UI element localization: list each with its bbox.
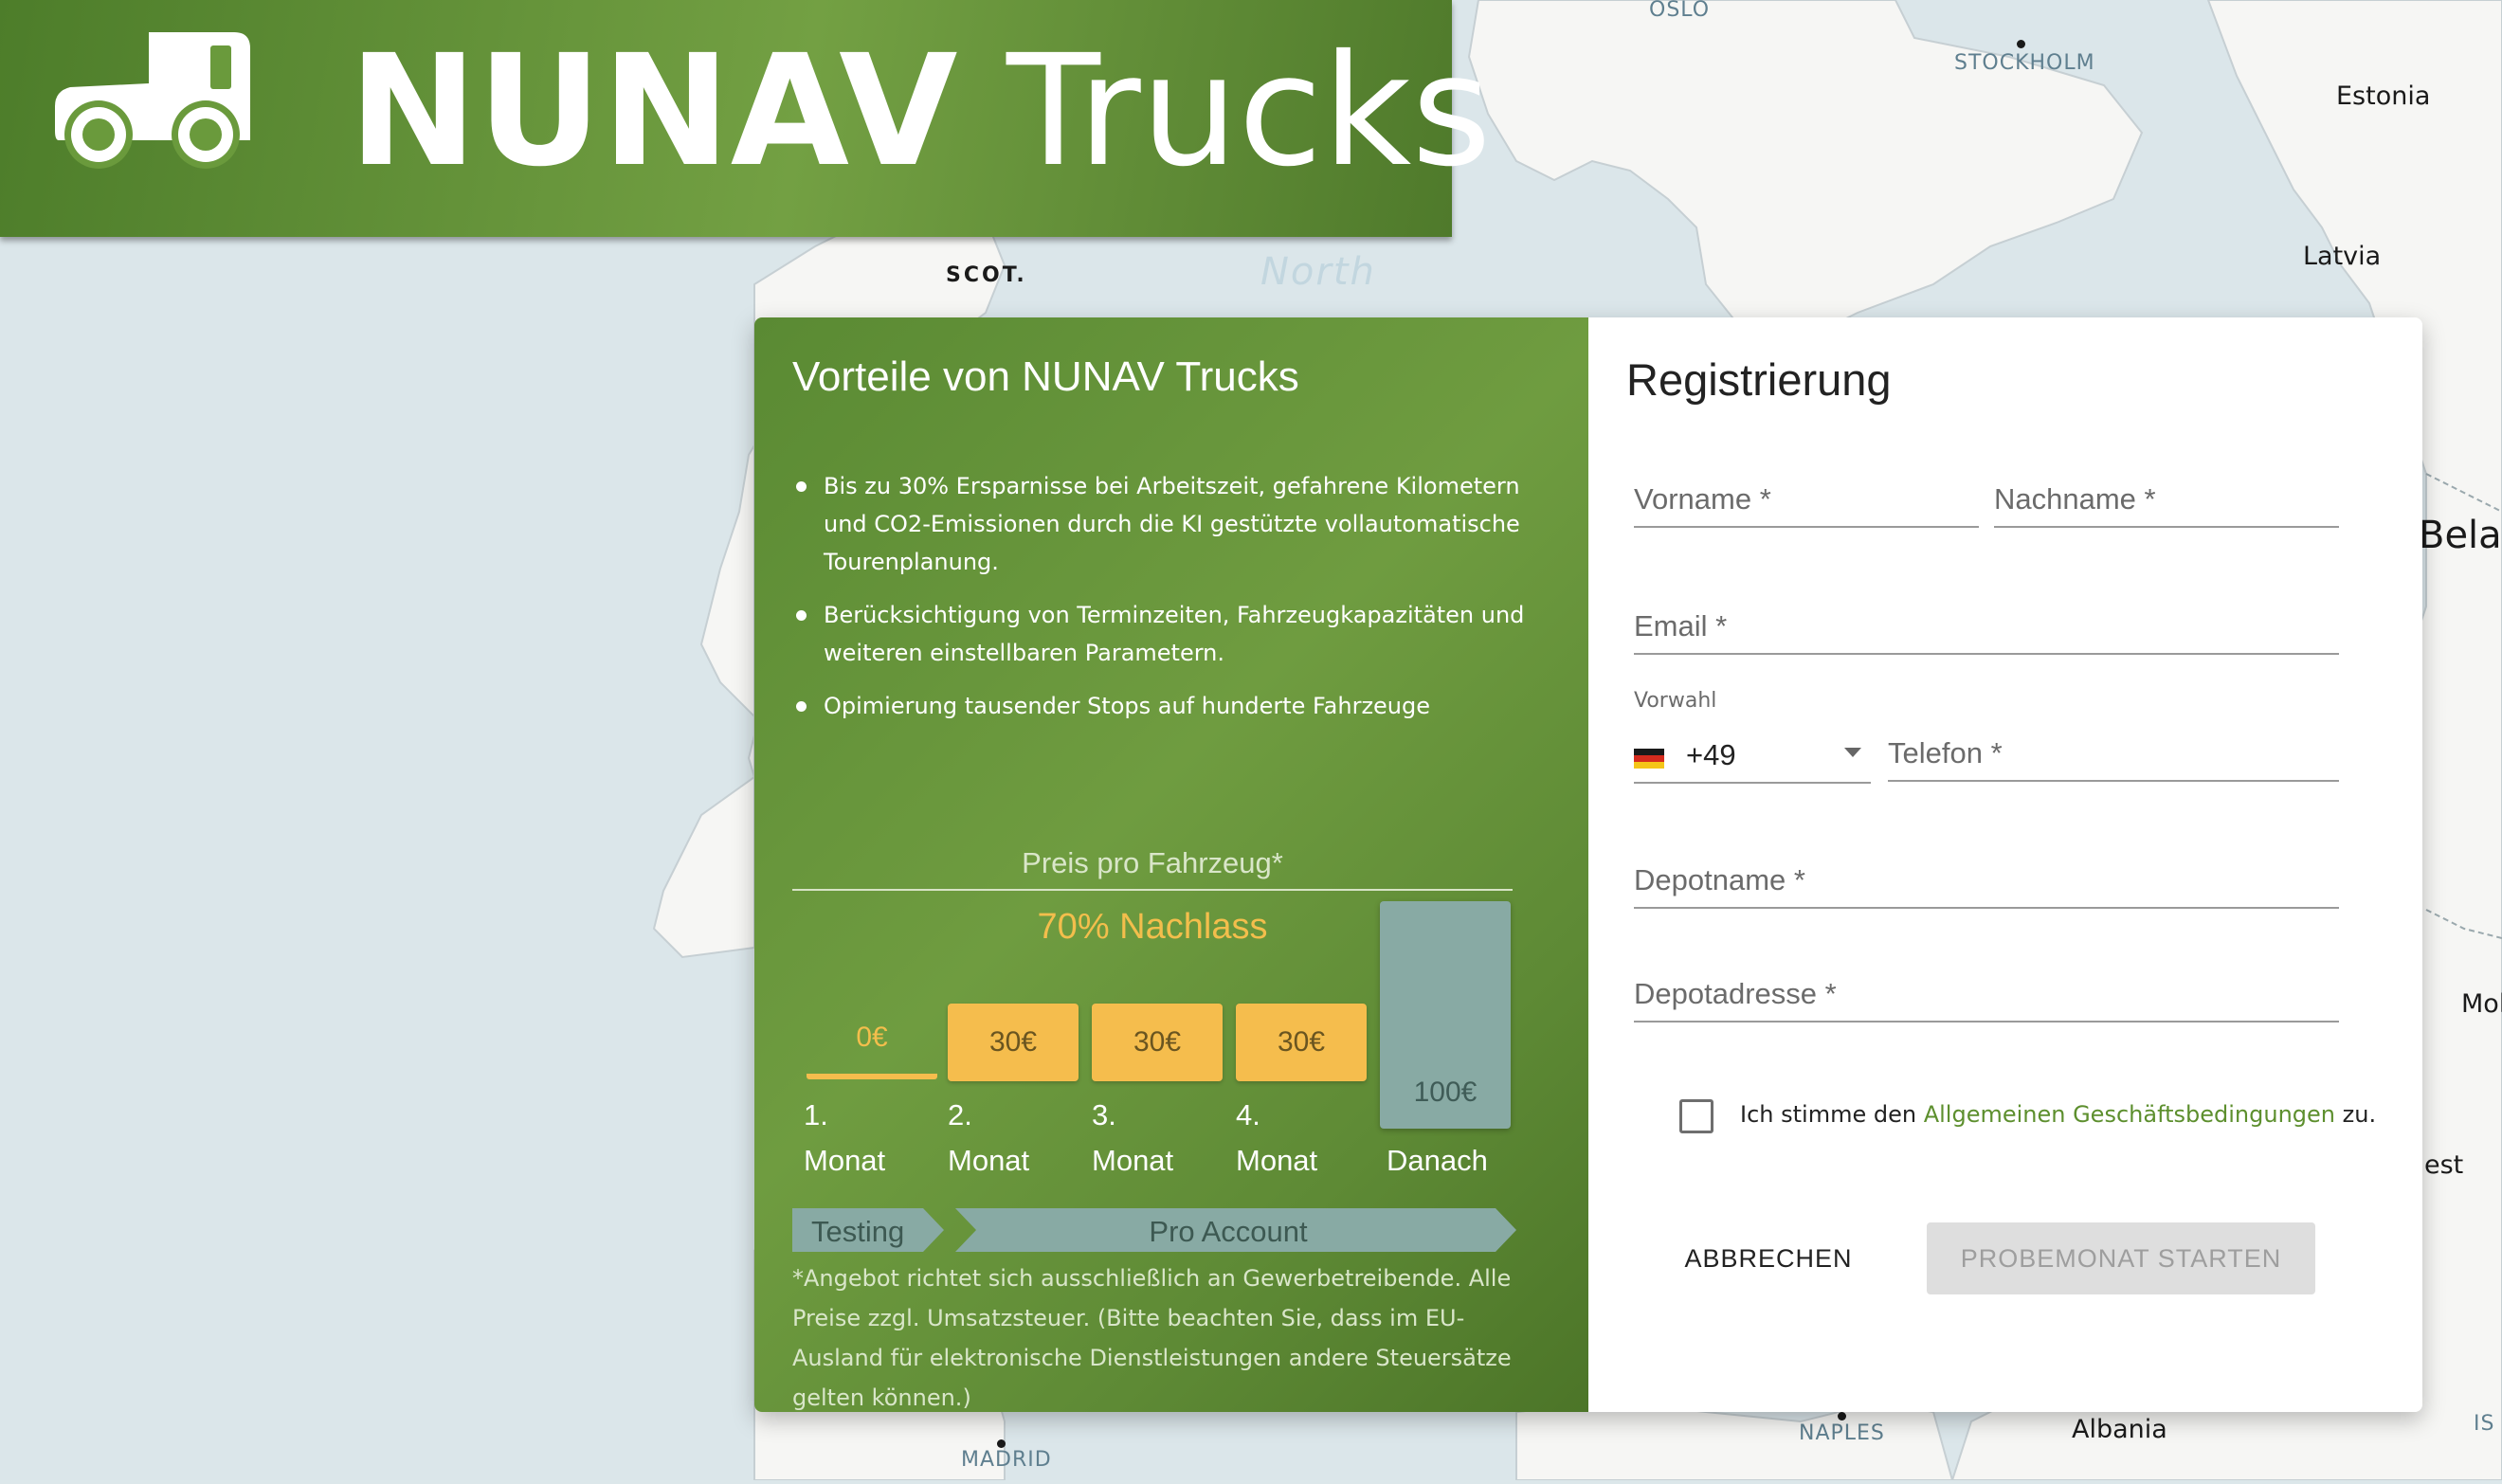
email-input[interactable] xyxy=(1634,596,2339,653)
depot-name-input[interactable] xyxy=(1634,850,2339,907)
phone-input[interactable] xyxy=(1888,723,2339,780)
month-label-3: 3. Monat xyxy=(1092,1093,1224,1184)
registration-panel: Registrierung Vorname * Nachname * Email… xyxy=(1588,317,2422,1412)
cancel-button[interactable]: ABBRECHEN xyxy=(1674,1222,1863,1294)
terms-pre-text: Ich stimme den xyxy=(1740,1101,1917,1128)
month-word: Monat xyxy=(948,1144,1030,1177)
depot-address-field[interactable]: Depotadresse * xyxy=(1634,964,2339,1023)
month-label-4: 4. Monat xyxy=(1236,1093,1369,1184)
month-label-2: 2. Monat xyxy=(948,1093,1080,1184)
plan-timeline: Testing Pro Account xyxy=(792,1208,1550,1252)
phone-prefix-select[interactable]: +49 xyxy=(1634,725,1871,784)
de-flag-icon xyxy=(1634,749,1664,769)
map-country-albania: Albania xyxy=(2072,1415,2167,1444)
terms-link[interactable]: Allgemeinen Geschäftsbedingungen xyxy=(1924,1101,2335,1128)
price-after: 100€ xyxy=(1380,901,1511,1129)
depot-name-field[interactable]: Depotname * xyxy=(1634,850,2339,909)
month-label-after: Danach xyxy=(1387,1144,1488,1177)
madrid-dot xyxy=(997,1439,1006,1448)
map-country-latvia: Latvia xyxy=(2303,242,2382,271)
app-header: NUNAV Trucks xyxy=(0,0,1492,237)
email-field[interactable]: Email * xyxy=(1634,596,2339,655)
first-name-field[interactable]: Vorname * xyxy=(1634,469,1979,528)
map-city-oslo: OSLO xyxy=(1649,0,1711,22)
benefit-item: Bis zu 30% Ersparnisse bei Arbeitszeit, … xyxy=(792,467,1550,581)
depot-address-input[interactable] xyxy=(1634,964,2339,1021)
price-month-1: 0€ xyxy=(807,1002,937,1079)
month-number: 1. xyxy=(804,1098,828,1131)
price-month-4: 30€ xyxy=(1236,1004,1367,1081)
stockholm-dot xyxy=(2017,40,2025,48)
month-word: Monat xyxy=(804,1144,886,1177)
benefits-panel: Vorteile von NUNAV Trucks Bis zu 30% Ers… xyxy=(754,317,1588,1412)
last-name-input[interactable] xyxy=(1994,469,2339,526)
map-country-estonia: Estonia xyxy=(2336,81,2431,111)
month-word: Monat xyxy=(1092,1144,1174,1177)
prefix-value: +49 xyxy=(1686,738,1736,771)
month-word: Monat xyxy=(1236,1144,1318,1177)
map-sea-north: North xyxy=(1260,250,1376,294)
price-divider xyxy=(792,889,1513,891)
first-name-input[interactable] xyxy=(1634,469,1979,526)
price-disclaimer: *Angebot richtet sich ausschließlich an … xyxy=(792,1265,1512,1411)
map-city-partial-is: IS xyxy=(2474,1412,2495,1436)
month-number: 4. xyxy=(1236,1098,1260,1131)
registration-title: Registrierung xyxy=(1626,354,1892,405)
map-country-belarus: Bela xyxy=(2419,514,2502,557)
plan-pro-label: Pro Account xyxy=(1149,1215,1308,1248)
map-city-naples: NAPLES xyxy=(1799,1421,1885,1445)
prefix-label: Vorwahl xyxy=(1634,689,1717,713)
benefit-item: Opimierung tausender Stops auf hunderte … xyxy=(792,687,1550,725)
benefits-list: Bis zu 30% Ersparnisse bei Arbeitszeit, … xyxy=(792,467,1550,740)
map-country-moldova: Mol xyxy=(2461,989,2502,1019)
registration-dialog: Vorteile von NUNAV Trucks Bis zu 30% Ers… xyxy=(754,317,2422,1412)
truck-logo-icon[interactable] xyxy=(49,28,258,180)
map-region-scotland: SCOT. xyxy=(946,263,1027,287)
month-number: 2. xyxy=(948,1098,972,1131)
benefit-item: Berücksichtigung von Terminzeiten, Fahrz… xyxy=(792,596,1550,672)
naples-dot xyxy=(1838,1412,1846,1421)
benefits-title: Vorteile von NUNAV Trucks xyxy=(792,353,1299,400)
map-city-stockholm: STOCKHOLM xyxy=(1954,51,2095,75)
brand-name-rest: Trucks xyxy=(1006,23,1492,201)
map-city-madrid: MADRID xyxy=(961,1448,1052,1472)
terms-checkbox[interactable] xyxy=(1679,1099,1713,1133)
phone-field[interactable]: Telefon * xyxy=(1888,723,2339,782)
month-label-1: 1. Monat xyxy=(804,1093,936,1184)
chevron-down-icon[interactable] xyxy=(1844,748,1861,757)
month-number: 3. xyxy=(1092,1098,1116,1131)
plan-testing-label: Testing xyxy=(811,1215,905,1248)
terms-post-text: zu. xyxy=(2342,1101,2377,1128)
price-caption: Preis pro Fahrzeug* xyxy=(1022,846,1283,879)
terms-text: Ich stimme den Allgemeinen Geschäftsbedi… xyxy=(1740,1101,2376,1128)
brand-name-bold: NUNAV xyxy=(349,23,958,201)
price-month-3: 30€ xyxy=(1092,1004,1223,1081)
price-after-value: 100€ xyxy=(1413,1077,1478,1108)
start-trial-button[interactable]: PROBEMONAT STARTEN xyxy=(1927,1222,2315,1294)
last-name-field[interactable]: Nachname * xyxy=(1994,469,2339,528)
map-country-partial-est: est xyxy=(2424,1150,2464,1180)
price-month-2: 30€ xyxy=(948,1004,1079,1081)
brand-name: NUNAV Trucks xyxy=(349,17,1492,207)
